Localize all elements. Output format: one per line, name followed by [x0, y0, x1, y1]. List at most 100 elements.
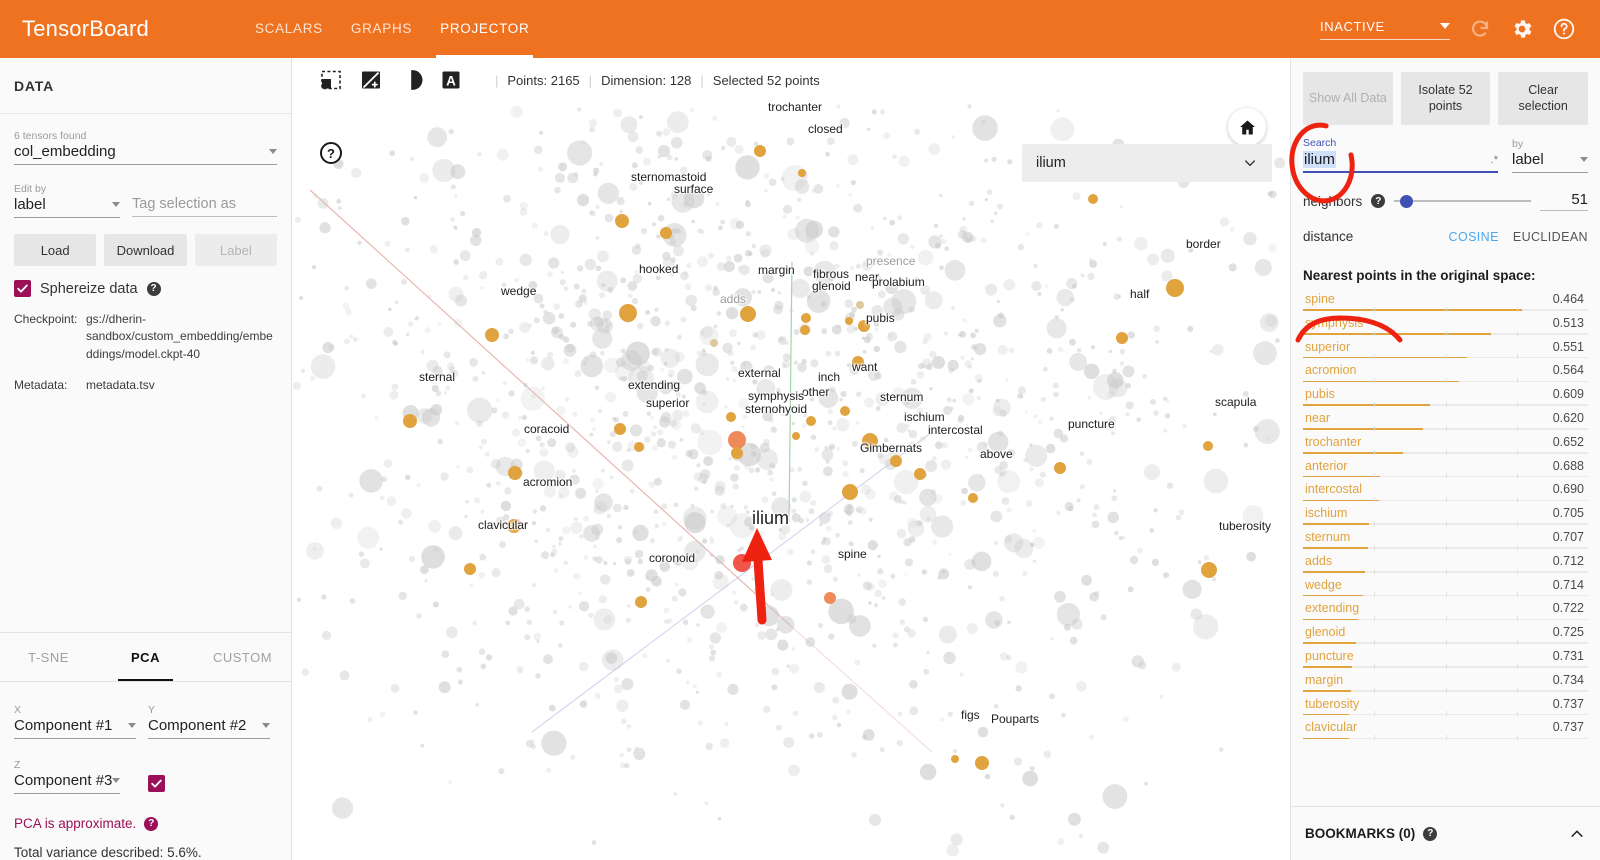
nav-tab-scalars[interactable]: SCALARS: [241, 0, 337, 58]
scatter-point[interactable]: [615, 214, 629, 228]
nav-tab-graphs[interactable]: GRAPHS: [337, 0, 426, 58]
sphereize-checkbox[interactable]: [14, 280, 31, 297]
scatter-point[interactable]: [1054, 462, 1066, 474]
reset-view-button[interactable]: [1228, 108, 1266, 146]
scatter-point[interactable]: [840, 406, 850, 416]
tab-custom[interactable]: CUSTOM: [194, 633, 291, 681]
gear-icon[interactable]: [1510, 17, 1534, 41]
regex-toggle-icon[interactable]: .*: [1491, 154, 1498, 166]
scatter-point[interactable]: [635, 596, 647, 608]
scatter-point[interactable]: [801, 313, 811, 323]
neighbors-help-icon[interactable]: ?: [1371, 194, 1385, 208]
nav-tab-projector[interactable]: PROJECTOR: [426, 0, 543, 58]
run-status-select[interactable]: INACTIVE: [1320, 19, 1450, 40]
bookmarks-help-icon[interactable]: ?: [1423, 827, 1437, 841]
chevron-up-icon[interactable]: [1568, 825, 1586, 843]
nearest-point-row[interactable]: superior0.551: [1303, 339, 1588, 363]
selected-point[interactable]: [733, 554, 751, 572]
night-mode-icon[interactable]: [398, 67, 424, 93]
scatter-point[interactable]: [792, 432, 800, 440]
scatter-point[interactable]: [740, 306, 756, 322]
neighbors-value[interactable]: 51: [1540, 191, 1588, 211]
clear-selection-button[interactable]: Clear selection: [1498, 72, 1588, 125]
search-by-select[interactable]: label: [1512, 151, 1588, 173]
nearest-point-row[interactable]: glenoid0.725: [1303, 624, 1588, 648]
nearest-point-row[interactable]: margin0.734: [1303, 672, 1588, 696]
scatter-point[interactable]: [800, 325, 810, 335]
nearest-point-row[interactable]: trochanter0.652: [1303, 434, 1588, 458]
nearest-point-row[interactable]: ischium0.705: [1303, 505, 1588, 529]
chevron-down-icon[interactable]: [1242, 155, 1258, 171]
sphereize-help-icon[interactable]: ?: [147, 282, 161, 296]
scatter-point[interactable]: [660, 227, 672, 239]
download-button[interactable]: Download: [104, 234, 186, 266]
pca-z-select[interactable]: Component #3: [14, 772, 120, 794]
tab-tsne[interactable]: T-SNE: [0, 633, 97, 681]
nearest-point-row[interactable]: near0.620: [1303, 410, 1588, 434]
scatter-canvas[interactable]: [292, 102, 1290, 860]
scatter-point[interactable]: [842, 484, 858, 500]
distance-option-euclidean[interactable]: EUCLIDEAN: [1513, 230, 1588, 244]
scatter-point[interactable]: [614, 423, 626, 435]
scatter-point[interactable]: [634, 442, 644, 452]
scatter-point[interactable]: [485, 328, 499, 342]
scatter-point[interactable]: [914, 468, 926, 480]
nearest-point-row[interactable]: clavicular0.737: [1303, 719, 1588, 743]
tensor-select[interactable]: col_embedding: [14, 143, 277, 165]
load-button[interactable]: Load: [14, 234, 96, 266]
scatter-point[interactable]: [508, 466, 522, 480]
slider-knob[interactable]: [1400, 195, 1413, 208]
pca-z-checkbox[interactable]: [148, 775, 165, 792]
scatter-point[interactable]: [1203, 441, 1213, 451]
pca-y-select[interactable]: Component #2: [148, 717, 270, 739]
scatter-point[interactable]: [1088, 194, 1098, 204]
pca-x-select[interactable]: Component #1: [14, 717, 136, 739]
nearest-point-row[interactable]: extending0.722: [1303, 600, 1588, 624]
scatter-point[interactable]: [1201, 562, 1217, 578]
nearest-point-row[interactable]: tuberosity0.737: [1303, 696, 1588, 720]
scatter-point[interactable]: [856, 301, 864, 309]
select-rectangle-icon[interactable]: [318, 67, 344, 93]
isolate-points-button[interactable]: Isolate 52 points: [1401, 72, 1491, 125]
edit-by-select[interactable]: label: [14, 196, 120, 218]
scatter-plot[interactable]: [292, 102, 1290, 860]
scatter-point[interactable]: [824, 592, 836, 604]
tab-pca[interactable]: PCA: [97, 633, 194, 681]
nearest-point-row[interactable]: spine0.464: [1303, 291, 1588, 315]
scatter-point[interactable]: [1166, 279, 1184, 297]
scatter-point[interactable]: [728, 431, 746, 449]
nearest-points-list[interactable]: spine0.464symphysis0.513superior0.551acr…: [1291, 291, 1600, 806]
scatter-point[interactable]: [507, 519, 521, 533]
edit-image-icon[interactable]: [358, 67, 384, 93]
scatter-point[interactable]: [726, 412, 736, 422]
tag-selection-input[interactable]: Tag selection as: [132, 196, 277, 217]
nearest-point-row[interactable]: pubis0.609: [1303, 386, 1588, 410]
distance-option-cosine[interactable]: COSINE: [1449, 230, 1499, 244]
nearest-point-row[interactable]: acromion0.564: [1303, 362, 1588, 386]
nearest-point-row[interactable]: puncture0.731: [1303, 648, 1588, 672]
scatter-point[interactable]: [754, 145, 766, 157]
scatter-point[interactable]: [403, 414, 417, 428]
search-input[interactable]: ilium .*: [1303, 151, 1498, 173]
scatter-point[interactable]: [1116, 332, 1128, 344]
pca-help-icon[interactable]: ?: [144, 817, 158, 831]
scatter-point[interactable]: [890, 455, 902, 467]
nearest-point-row[interactable]: adds0.712: [1303, 553, 1588, 577]
scatter-point[interactable]: [951, 755, 959, 763]
nearest-point-row[interactable]: wedge0.714: [1303, 577, 1588, 601]
scatter-point[interactable]: [968, 493, 978, 503]
scatter-point[interactable]: [858, 320, 870, 332]
viewport-help-icon[interactable]: ?: [320, 142, 342, 164]
labels-icon[interactable]: A: [438, 67, 464, 93]
nearest-point-row[interactable]: symphysis0.513: [1303, 315, 1588, 339]
bookmarks-section[interactable]: BOOKMARKS (0) ?: [1291, 806, 1600, 860]
nearest-point-row[interactable]: anterior0.688: [1303, 458, 1588, 482]
nearest-point-row[interactable]: intercostal0.690: [1303, 481, 1588, 505]
scatter-point[interactable]: [619, 304, 637, 322]
scatter-point[interactable]: [710, 339, 718, 347]
nearest-point-row[interactable]: sternum0.707: [1303, 529, 1588, 553]
scatter-point[interactable]: [806, 416, 816, 426]
scatter-point[interactable]: [845, 317, 853, 325]
scatter-point[interactable]: [852, 356, 864, 368]
scatter-point[interactable]: [862, 433, 878, 449]
